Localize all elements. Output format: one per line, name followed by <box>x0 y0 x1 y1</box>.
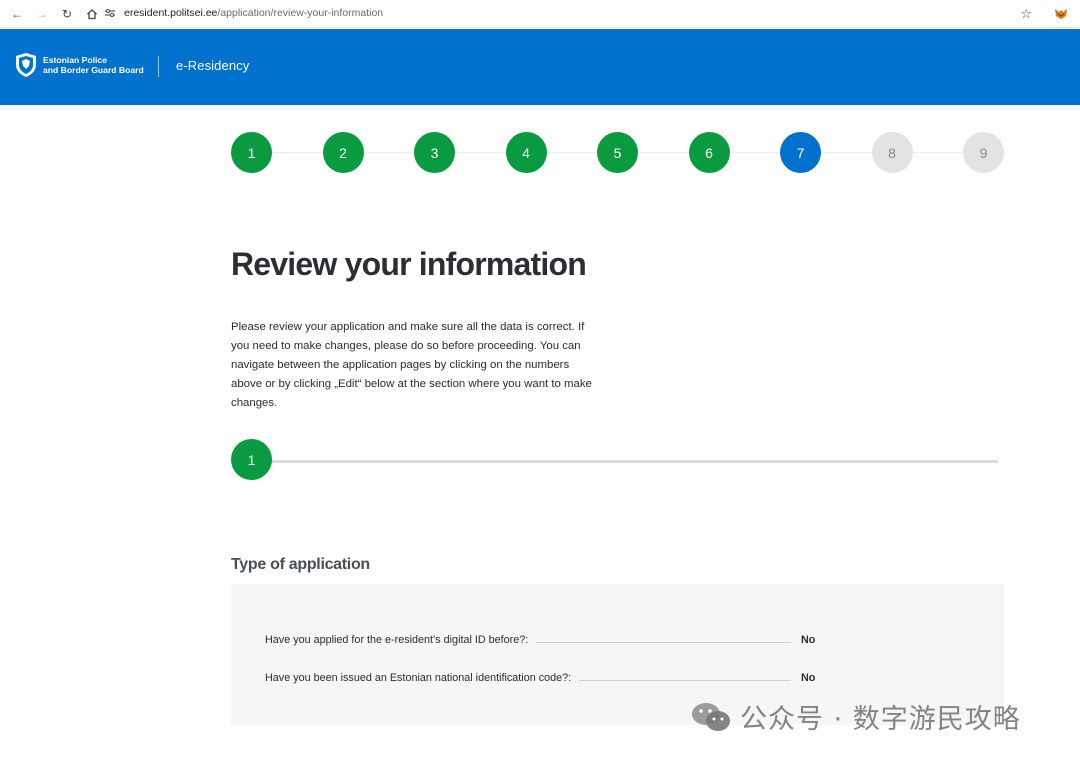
step-4[interactable]: 4 <box>505 132 547 173</box>
step-2[interactable]: 2 <box>322 132 364 173</box>
wechat-icon <box>692 702 730 731</box>
section-title: Type of application <box>231 556 370 573</box>
step-7[interactable]: 7 <box>780 132 821 173</box>
product-name[interactable]: e-Residency <box>176 58 249 73</box>
section-divider <box>269 460 998 463</box>
step-8: 8 <box>871 132 913 173</box>
step-3[interactable]: 3 <box>414 132 455 173</box>
site-header: Estonian Police and Border Guard Board e… <box>0 29 1080 105</box>
answer-value: No <box>801 634 816 646</box>
step-9: 9 <box>963 132 1004 173</box>
section-number[interactable]: 1 <box>231 439 272 480</box>
answer-row: Have you applied for the e-resident’s di… <box>265 634 825 646</box>
home-icon[interactable] <box>84 6 100 22</box>
reload-icon[interactable]: ↻ <box>59 6 75 22</box>
question-label: Have you applied for the e-resident’s di… <box>265 634 529 646</box>
back-icon[interactable]: ← <box>9 6 25 22</box>
bookmark-star-icon[interactable]: ☆ <box>1020 6 1032 22</box>
browser-toolbar: ← → ↻ eresident.politsei.ee/application/… <box>0 0 1080 28</box>
leader-line <box>536 642 791 643</box>
answer-row: Have you been issued an Estonian nationa… <box>265 672 825 684</box>
organization-name[interactable]: Estonian Police and Border Guard Board <box>43 55 144 75</box>
forward-icon[interactable]: → <box>34 6 50 22</box>
org-line-1: Estonian Police <box>43 55 107 65</box>
step-5[interactable]: 5 <box>597 132 638 173</box>
url-path: /application/review-your-information <box>217 7 384 19</box>
answer-value: No <box>801 672 816 684</box>
extension-icon[interactable] <box>1054 7 1068 21</box>
header-divider <box>158 56 159 77</box>
leader-line <box>579 680 791 681</box>
question-label: Have you been issued an Estonian nationa… <box>265 672 572 684</box>
police-shield-logo-icon[interactable] <box>15 52 37 78</box>
intro-text: Please review your application and make … <box>231 321 592 409</box>
watermark: 公众号 · 数字游民攻略 <box>690 697 1021 736</box>
org-line-2: and Border Guard Board <box>43 65 144 75</box>
step-1[interactable]: 1 <box>231 132 272 173</box>
site-settings-icon[interactable] <box>104 6 118 20</box>
section-marker: 1 <box>231 439 999 480</box>
address-bar[interactable]: eresident.politsei.ee/application/review… <box>104 6 383 20</box>
application-stepper: 1 2 3 4 5 6 7 8 9 <box>231 132 1004 173</box>
page-title: Review your information <box>231 246 587 282</box>
watermark-text: 公众号 · 数字游民攻略 <box>740 704 1021 735</box>
url-host: eresident.politsei.ee <box>124 7 218 19</box>
step-6[interactable]: 6 <box>688 132 730 173</box>
